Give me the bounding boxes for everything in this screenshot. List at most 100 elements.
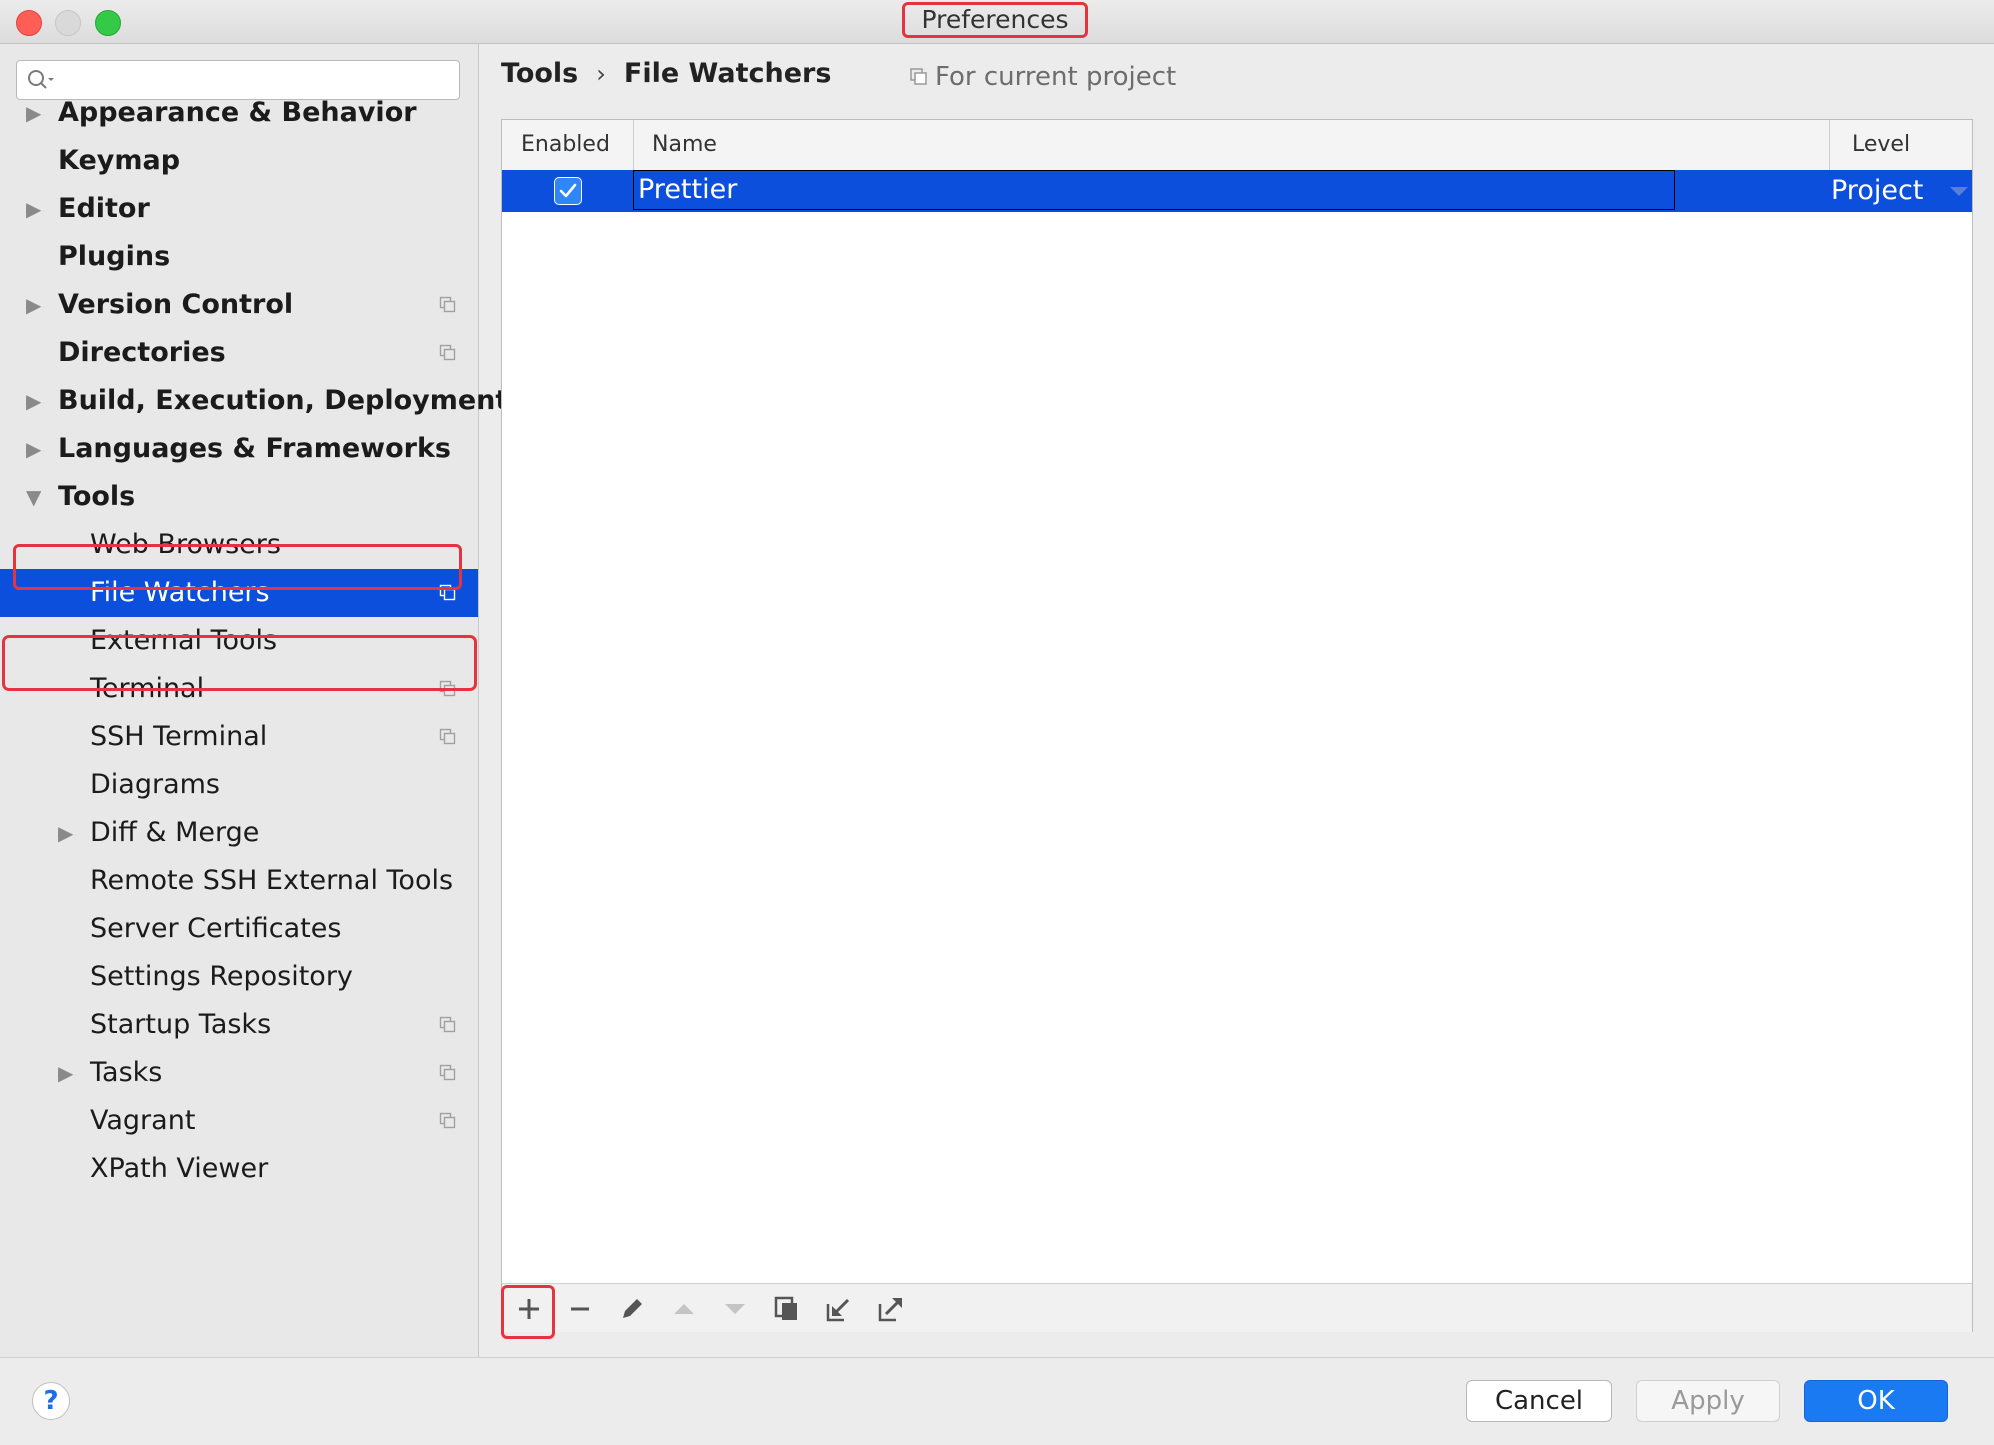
dialog-footer: ? Cancel Apply OK	[0, 1357, 1994, 1445]
edit-icon[interactable]	[617, 1294, 647, 1324]
level-dropdown-arrow-icon[interactable]	[1950, 187, 1968, 197]
export-icon[interactable]	[876, 1294, 906, 1324]
sidebar-item-label: Remote SSH External Tools	[90, 865, 454, 896]
breadcrumb-current: File Watchers	[623, 58, 832, 89]
expand-arrow-icon[interactable]: ▶	[26, 425, 41, 473]
sidebar-item-label: Languages & Frameworks	[58, 433, 452, 464]
sidebar-item-terminal[interactable]: Terminal	[0, 665, 478, 713]
move-up-icon[interactable]	[669, 1294, 699, 1324]
sidebar-item-editor[interactable]: ▶ Editor	[0, 185, 478, 233]
copy-icon[interactable]	[772, 1294, 802, 1324]
column-level[interactable]: Level	[1852, 120, 1910, 170]
sidebar-item-appearance-behavior[interactable]: ▶ Appearance & Behavior	[0, 89, 478, 137]
sidebar-item-label: Tools	[58, 481, 136, 512]
sidebar-item-startup-tasks[interactable]: Startup Tasks	[0, 1001, 478, 1049]
help-button[interactable]: ?	[32, 1382, 70, 1420]
watcher-level-cell[interactable]: Project	[1831, 170, 1923, 212]
sidebar-item-label: Plugins	[58, 241, 171, 272]
enabled-checkbox[interactable]	[554, 177, 582, 205]
sidebar-item-settings-repository[interactable]: Settings Repository	[0, 953, 478, 1001]
table-toolbar	[501, 1283, 1972, 1339]
sidebar-item-keymap[interactable]: Keymap	[0, 137, 478, 185]
project-scope-icon	[910, 68, 927, 85]
project-scope-icon	[439, 296, 456, 313]
remove-icon[interactable]	[565, 1294, 595, 1324]
sidebar-item-label: Appearance & Behavior	[58, 97, 417, 128]
sidebar-item-tools[interactable]: ▼ Tools	[0, 473, 478, 521]
watcher-name-cell[interactable]: Prettier	[633, 170, 1675, 210]
file-watchers-table: Enabled Name Level Prettier Project	[501, 119, 1973, 1339]
sidebar-item-version-control[interactable]: ▶ Version Control	[0, 281, 478, 329]
sidebar-item-label: Version Control	[58, 289, 294, 320]
sidebar-item-file-watchers[interactable]: File Watchers	[0, 569, 478, 617]
sidebar-item-remote-ssh-external-tools[interactable]: Remote SSH External Tools	[0, 857, 478, 905]
project-scope-icon	[439, 1112, 456, 1129]
sidebar-item-label: Directories	[58, 337, 226, 368]
sidebar-item-directories[interactable]: Directories	[0, 329, 478, 377]
sidebar-item-label: Build, Execution, Deployment	[58, 385, 509, 416]
sidebar-item-build-execution-deployment[interactable]: ▶ Build, Execution, Deployment	[0, 377, 508, 425]
expand-arrow-icon[interactable]: ▶	[26, 377, 41, 425]
sidebar-item-label: SSH Terminal	[90, 721, 268, 752]
sidebar-item-label: XPath Viewer	[90, 1153, 269, 1184]
column-enabled[interactable]: Enabled	[521, 120, 610, 170]
sidebar-item-diagrams[interactable]: Diagrams	[0, 761, 478, 809]
sidebar-item-diff-merge[interactable]: ▶ Diff & Merge	[0, 809, 478, 857]
sidebar-item-label: Diff & Merge	[90, 817, 260, 848]
column-name[interactable]: Name	[652, 120, 717, 170]
expand-arrow-icon[interactable]: ▶	[26, 281, 41, 329]
apply-button[interactable]: Apply	[1636, 1380, 1780, 1422]
collapse-arrow-icon[interactable]: ▼	[26, 473, 41, 521]
sidebar-item-label: Web Browsers	[90, 529, 281, 560]
column-divider	[1829, 120, 1830, 170]
sidebar-item-tasks[interactable]: ▶ Tasks	[0, 1049, 478, 1097]
sidebar-item-label: Tasks	[90, 1057, 163, 1088]
project-scope-icon	[439, 1016, 456, 1033]
sidebar-item-ssh-terminal[interactable]: SSH Terminal	[0, 713, 478, 761]
sidebar-item-vagrant[interactable]: Vagrant	[0, 1097, 478, 1145]
sidebar-item-label: Startup Tasks	[90, 1009, 272, 1040]
import-icon[interactable]	[824, 1294, 854, 1324]
project-scope-icon	[439, 1064, 456, 1081]
sidebar-item-label: Diagrams	[90, 769, 220, 800]
project-scope-icon	[439, 728, 456, 745]
expand-arrow-icon[interactable]: ▶	[58, 1049, 73, 1097]
sidebar-item-label: Vagrant	[90, 1105, 196, 1136]
sidebar-item-plugins[interactable]: Plugins	[0, 233, 478, 281]
expand-arrow-icon[interactable]: ▶	[26, 89, 41, 137]
title-bar: Preferences	[0, 0, 1994, 44]
sidebar-item-xpath-viewer[interactable]: XPath Viewer	[0, 1145, 478, 1193]
project-scope-icon	[439, 584, 456, 601]
move-down-icon[interactable]	[720, 1294, 750, 1324]
sidebar-item-label: Settings Repository	[90, 961, 353, 992]
sidebar-item-label: Terminal	[90, 673, 205, 704]
project-scope-icon	[439, 680, 456, 697]
sidebar-item-label: External Tools	[90, 625, 278, 656]
settings-sidebar: ▶ Appearance & Behavior Keymap ▶ Editor Plugi…	[0, 44, 508, 1357]
settings-content: Tools › File Watchers For current project …	[479, 44, 1994, 1357]
window-title: Preferences	[902, 2, 1088, 38]
add-icon[interactable]	[514, 1294, 544, 1324]
sidebar-item-label: Keymap	[58, 145, 181, 176]
sidebar-item-external-tools[interactable]: External Tools	[0, 617, 478, 665]
breadcrumb-parent: Tools	[501, 58, 579, 89]
sidebar-item-languages-frameworks[interactable]: ▶ Languages & Frameworks	[0, 425, 478, 473]
expand-arrow-icon[interactable]: ▶	[26, 185, 41, 233]
project-scope-icon	[439, 344, 456, 361]
sidebar-item-label: Server Certificates	[90, 913, 342, 944]
scope-label: For current project	[935, 62, 1177, 92]
sidebar-item-web-browsers[interactable]: Web Browsers	[0, 521, 478, 569]
ok-button[interactable]: OK	[1804, 1380, 1948, 1422]
expand-arrow-icon[interactable]: ▶	[58, 809, 73, 857]
scope-indicator: For current project	[909, 62, 1176, 92]
sidebar-item-label: Editor	[58, 193, 150, 224]
close-window-button[interactable]	[16, 10, 42, 36]
cancel-button[interactable]: Cancel	[1466, 1380, 1612, 1422]
checkmark-icon	[559, 183, 577, 198]
table-row[interactable]: Prettier Project	[502, 170, 1972, 212]
zoom-window-button[interactable]	[95, 10, 121, 36]
minimize-window-button[interactable]	[55, 10, 81, 36]
sidebar-item-server-certificates[interactable]: Server Certificates	[0, 905, 478, 953]
table-header: Enabled Name Level	[502, 120, 1972, 171]
breadcrumb-separator: ›	[596, 60, 606, 88]
